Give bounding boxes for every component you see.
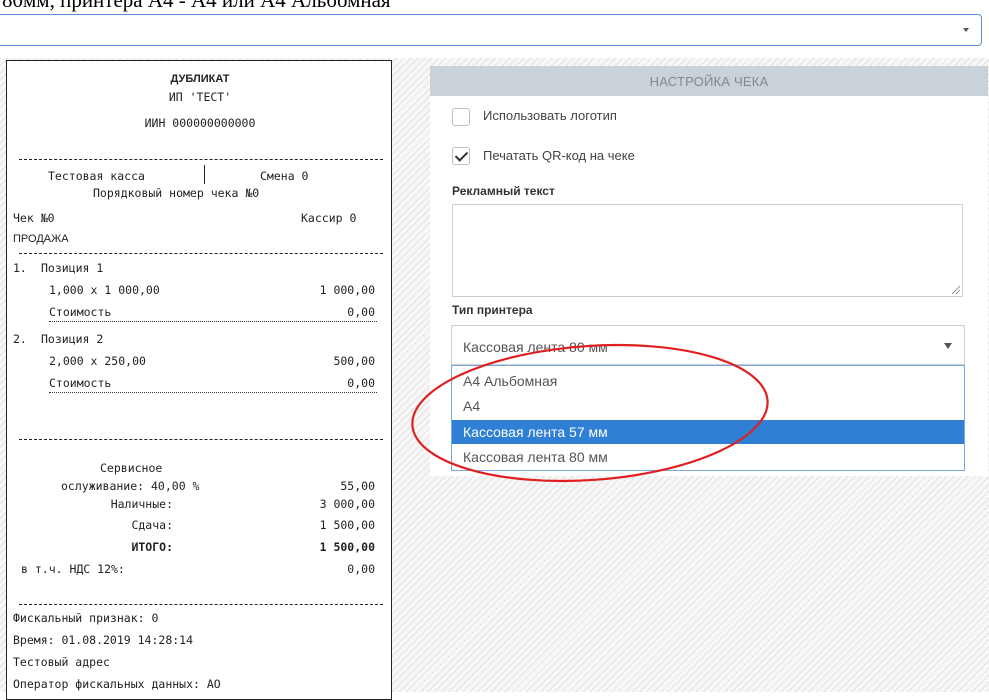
item-sum: 500,00 — [333, 354, 375, 368]
vat-label: в т.ч. НДС 12%: — [21, 562, 125, 576]
total-label: ИТОГО: — [131, 540, 173, 554]
receipt-shift: Смена 0 — [260, 169, 309, 183]
service-value: 55,00 — [340, 479, 375, 493]
item-qty-price: 2,000 x 250,00 — [49, 354, 146, 368]
fiscal-sign: Фискальный признак: 0 — [13, 611, 159, 625]
item-sum: 1 000,00 — [319, 283, 375, 297]
top-select[interactable] — [0, 14, 982, 46]
page-caption: 80мм, принтера А4 - А4 или А4 Альбомная — [2, 0, 391, 12]
red-annotation-ellipse — [411, 343, 769, 483]
receipt-time: Время: 01.08.2019 14:28:14 — [13, 633, 194, 647]
item-cost-label: Стоимость — [49, 305, 112, 319]
receipt-divider — [19, 253, 383, 254]
item-cost: 0,00 — [347, 376, 375, 390]
receipt-operation: ПРОДАЖА — [13, 233, 69, 245]
item-dotted-line — [49, 392, 377, 393]
item-cost: 0,00 — [347, 305, 375, 319]
use-logo-checkbox[interactable] — [452, 108, 470, 126]
chevron-down-icon — [963, 28, 969, 32]
resize-grip-icon[interactable] — [952, 286, 960, 294]
receipt-divider — [19, 159, 383, 160]
receipt-cash-register: Тестовая касса — [48, 169, 145, 183]
receipt-preview: ДУБЛИКАТ ИП 'ТЕСТ' ИИН 000000000000 Тест… — [6, 60, 392, 700]
ad-text-label: Рекламный текст — [452, 184, 555, 198]
total-value: 1 500,00 — [319, 540, 375, 554]
panel-header: НАСТРОЙКА ЧЕКА — [430, 66, 988, 96]
receipt-duplicate: ДУБЛИКАТ — [170, 73, 230, 85]
service-label-2: ослуживание: 40,00 % — [61, 479, 200, 493]
printer-type-label: Тип принтера — [452, 303, 533, 317]
item-dotted-line — [49, 321, 377, 322]
chevron-down-icon — [944, 343, 952, 349]
vat-value: 0,00 — [347, 562, 375, 576]
item-name: Позиция 1 — [41, 261, 104, 275]
ad-text-textarea[interactable] — [452, 204, 963, 297]
checkmark-icon — [454, 148, 469, 162]
receipt-check-no: Чек №0 — [13, 211, 55, 225]
item-num: 1. — [13, 261, 27, 275]
item-cost-label: Стоимость — [49, 376, 112, 390]
change-label: Сдача: — [131, 518, 173, 532]
change-value: 1 500,00 — [319, 518, 375, 532]
receipt-operator: Оператор фискальных данных: АО — [13, 677, 221, 691]
receipt-separator — [204, 165, 205, 184]
item-name: Позиция 2 — [41, 332, 104, 346]
receipt-divider — [19, 604, 383, 605]
cash-value: 3 000,00 — [319, 497, 375, 511]
print-qr-label: Печатать QR-код на чеке — [483, 148, 635, 163]
print-qr-checkbox[interactable] — [452, 147, 470, 165]
receipt-address: Тестовый адрес — [13, 655, 110, 669]
receipt-cashier: Кассир 0 — [301, 211, 357, 225]
receipt-inn: ИИН 000000000000 — [144, 116, 256, 130]
receipt-serial: Порядковый номер чека №0 — [93, 186, 260, 200]
cash-label: Наличные: — [110, 497, 173, 511]
receipt-company: ИП 'ТЕСТ' — [168, 90, 232, 104]
use-logo-label: Использовать логотип — [483, 108, 617, 123]
receipt-divider — [19, 439, 383, 440]
item-num: 2. — [13, 332, 27, 346]
service-label: Сервисное — [100, 461, 163, 475]
item-qty-price: 1,000 x 1 000,00 — [49, 283, 160, 297]
